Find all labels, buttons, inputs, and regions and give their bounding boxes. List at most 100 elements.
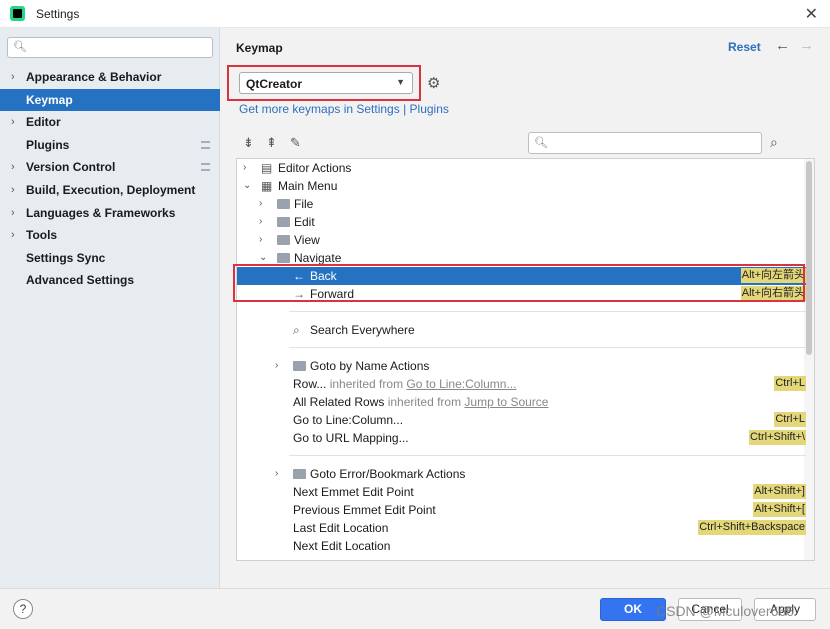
tree-row-label: All Related Rows [293, 395, 385, 409]
help-button[interactable]: ? [13, 599, 33, 619]
back-arrow-icon[interactable]: ← [775, 37, 790, 54]
tree-row-main-menu[interactable]: ⌄ ▦ Main Menu [237, 177, 806, 195]
group-divider [289, 347, 806, 348]
chevron-right-icon[interactable]: › [275, 465, 278, 483]
sidebar-item-label: Build, Execution, Deployment [26, 182, 196, 197]
tree-row-label: Goto by Name Actions [310, 359, 430, 373]
expand-all-icon[interactable]: ⇟ [243, 135, 254, 151]
sidebar-list: › Appearance & Behavior Keymap › Editor Plugi… [0, 66, 220, 292]
window-title: Settings [36, 7, 80, 21]
sidebar-item-advanced-settings[interactable]: Advanced Settings [0, 269, 220, 292]
sidebar-item-languages-frameworks[interactable]: › Languages & Frameworks [0, 202, 220, 225]
main-menu-icon: ▦ [261, 179, 273, 193]
tree-row-search-everywhere[interactable]: ⌕ Search Everywhere [237, 321, 806, 339]
gear-icon[interactable]: ⚙ [427, 74, 440, 92]
folder-icon [277, 235, 290, 245]
tree-row-editor-actions[interactable]: › ▤ Editor Actions [237, 159, 806, 177]
editor-actions-icon: ▤ [261, 161, 273, 175]
chevron-right-icon: › [11, 206, 15, 219]
tree-row-goto-error-bookmark-actions[interactable]: › Goto Error/Bookmark Actions [237, 465, 806, 483]
tree-row-go-to-line-column[interactable]: Go to Line:Column... Ctrl+L [237, 411, 806, 429]
chevron-right-icon: › [11, 229, 15, 242]
tree-row-label: Edit [294, 215, 315, 229]
project-settings-icon [201, 163, 210, 172]
sidebar-item-plugins[interactable]: Plugins [0, 134, 220, 157]
shortcut-badge: Alt+Shift+[ [753, 502, 806, 517]
action-search-input[interactable]: 🔍︎ [528, 132, 762, 154]
tree-row-row[interactable]: Row... inherited from Go to Line:Column.… [237, 375, 806, 393]
chevron-down-icon: ▼ [396, 77, 405, 87]
app-logo-icon [10, 6, 25, 21]
close-icon[interactable]: ✕ [805, 4, 818, 24]
sidebar-item-settings-sync[interactable]: Settings Sync [0, 247, 220, 270]
tree-row-label: Search Everywhere [310, 323, 415, 337]
tree-row-next-emmet-edit-point[interactable]: Next Emmet Edit Point Alt+Shift+] [237, 483, 806, 501]
tree-row-view[interactable]: › View [237, 231, 806, 249]
folder-icon [277, 253, 290, 263]
inherited-source-link[interactable]: Go to Line:Column... [406, 377, 516, 391]
chevron-right-icon[interactable]: › [275, 357, 278, 375]
folder-icon [293, 469, 306, 479]
tree-row-label: Last Edit Location [293, 521, 389, 535]
keymap-select[interactable]: QtCreator ▼ [239, 72, 413, 94]
project-settings-icon [201, 140, 210, 149]
keymap-select-value: QtCreator [246, 77, 303, 91]
forward-arrow-icon[interactable]: → [799, 37, 814, 54]
sidebar-item-label: Plugins [26, 137, 70, 152]
sidebar-item-label: Keymap [26, 92, 73, 107]
shortcut-badge: Alt+Shift+] [753, 484, 806, 499]
tree-row-label: Next Edit Location [293, 539, 391, 553]
chevron-down-icon[interactable]: ⌄ [243, 177, 251, 195]
shortcut-badge: Ctrl+Shift+\ [748, 430, 806, 445]
tree-row-previous-emmet-edit-point[interactable]: Previous Emmet Edit Point Alt+Shift+[ [237, 501, 806, 519]
shortcut-badge: Ctrl+L [774, 412, 806, 427]
watermark: CSDN @Mculover666 [656, 603, 794, 619]
shortcut-badge: Ctrl+L [774, 376, 806, 391]
tree-row-label: Main Menu [278, 179, 338, 193]
keymap-tree: › ▤ Editor Actions ⌄ ▦ Main Menu › File › Edit › Vi… [236, 158, 815, 561]
search-icon: 🔍︎ [534, 137, 548, 149]
more-keymaps-link[interactable]: Get more keymaps in Settings | Plugins [239, 102, 449, 116]
chevron-right-icon[interactable]: › [259, 231, 262, 249]
chevron-right-icon[interactable]: › [243, 159, 246, 177]
sidebar-item-version-control[interactable]: › Version Control [0, 156, 220, 179]
inherited-source-link[interactable]: Jump to Source [464, 395, 548, 409]
tree-row-goto-by-name-actions[interactable]: › Goto by Name Actions [237, 357, 806, 375]
sidebar-item-keymap[interactable]: Keymap [0, 88, 220, 112]
tree-row-label: Next Emmet Edit Point [293, 485, 414, 499]
sidebar-item-build-execution-deployment[interactable]: › Build, Execution, Deployment [0, 179, 220, 202]
sidebar-item-editor[interactable]: › Editor [0, 111, 220, 134]
tree-row-label: Go to URL Mapping... [293, 431, 409, 445]
tree-row-last-edit-location[interactable]: Last Edit Location Ctrl+Shift+Backspace [237, 519, 806, 537]
collapse-all-icon[interactable]: ⇞ [266, 135, 277, 151]
edit-pencil-icon[interactable]: ✎ [290, 135, 301, 151]
chevron-right-icon: › [11, 183, 15, 196]
reset-link[interactable]: Reset [728, 40, 761, 54]
tree-row-label: File [294, 197, 314, 211]
chevron-right-icon: › [11, 116, 15, 129]
find-by-shortcut-icon[interactable]: ⌕ [770, 134, 778, 151]
search-icon: ⌕ [293, 323, 300, 337]
sidebar-search-input[interactable]: 🔍︎ [7, 37, 213, 58]
scrollbar-thumb[interactable] [806, 161, 812, 355]
back-forward-highlight-box [233, 264, 805, 302]
shortcut-badge: Ctrl+Shift+Backspace [698, 520, 806, 535]
inherited-from-text: inherited from [384, 395, 465, 409]
sidebar-item-label: Editor [26, 115, 61, 130]
keymap-panel: Keymap Reset ← → QtCreator ▼ ⚙ Get more … [221, 28, 830, 588]
chevron-right-icon[interactable]: › [259, 195, 262, 213]
chevron-right-icon: › [11, 71, 15, 83]
page-title: Keymap [236, 41, 283, 55]
sidebar-item-appearance-behavior[interactable]: › Appearance & Behavior [0, 66, 220, 89]
tree-row-all-related-rows[interactable]: All Related Rows inherited from Jump to … [237, 393, 806, 411]
sidebar-item-label: Tools [26, 228, 58, 243]
dialog-footer: ? OK Cancel Apply CSDN @Mculover666 [0, 588, 830, 629]
tree-row-file[interactable]: › File [237, 195, 806, 213]
tree-row-edit[interactable]: › Edit [237, 213, 806, 231]
sidebar-item-tools[interactable]: › Tools [0, 224, 220, 247]
tree-row-go-to-url-mapping[interactable]: Go to URL Mapping... Ctrl+Shift+\ [237, 429, 806, 447]
chevron-right-icon[interactable]: › [259, 213, 262, 231]
tree-row-label: Previous Emmet Edit Point [293, 503, 436, 517]
tree-row-next-edit-location[interactable]: Next Edit Location [237, 537, 806, 555]
title-bar: Settings ✕ [0, 0, 830, 28]
